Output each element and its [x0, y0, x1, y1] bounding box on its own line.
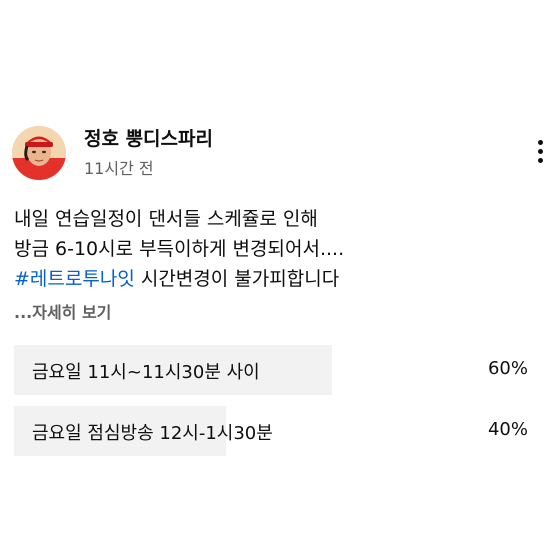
post-timestamp[interactable]: 11시간 전 [84, 155, 154, 179]
more-vert-icon[interactable] [530, 138, 550, 168]
post-body-line: 방금 6-10시로 부득이하게 변경되어서.... [14, 238, 345, 260]
hashtag-link[interactable]: #레트로투나잇 [14, 268, 135, 290]
menu-dot [538, 149, 543, 154]
post-body-text: 시간변경이 불가피합니다 [134, 268, 340, 290]
read-more-link[interactable]: ...자세히 보기 [14, 299, 111, 323]
post-body: 내일 연습일정이 댄서들 스케쥴로 인해 방금 6-10시로 부득이하게 변경되… [14, 204, 534, 294]
menu-dot [538, 158, 543, 163]
menu-dot [538, 140, 543, 145]
poll-option[interactable]: 금요일 11시~11시30분 사이 60% [14, 345, 544, 395]
poll-option-label: 금요일 11시~11시30분 사이 [32, 362, 260, 383]
poll-option-label: 금요일 점심방송 12시-1시30분 [32, 423, 273, 444]
poll-option-percent: 40% [487, 419, 528, 440]
avatar-image [12, 126, 66, 180]
poll-option-percent: 60% [487, 358, 528, 379]
community-post: 정호 뿡디스파리 11시간 전 내일 연습일정이 댄서들 스케쥴로 인해 방금 … [0, 0, 560, 560]
channel-name[interactable]: 정호 뿡디스파리 [84, 124, 213, 151]
poll-option[interactable]: 금요일 점심방송 12시-1시30분 40% [14, 406, 544, 456]
post-body-line: #레트로투나잇 시간변경이 불가피합니다 [14, 264, 534, 294]
channel-avatar[interactable] [12, 126, 66, 180]
post-body-line: 내일 연습일정이 댄서들 스케쥴로 인해 [14, 208, 318, 230]
